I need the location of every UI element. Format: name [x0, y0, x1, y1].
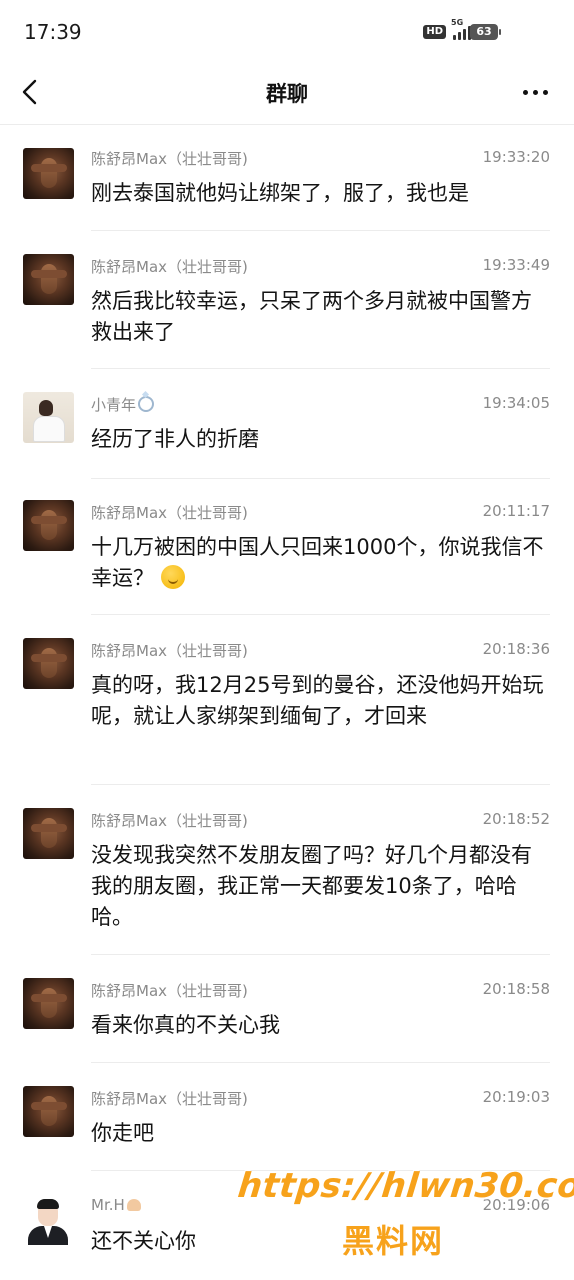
sender-name: 陈舒昂Max（壮壮哥哥) [91, 258, 248, 276]
avatar[interactable] [23, 978, 74, 1029]
divider [91, 1062, 550, 1063]
page-title: 群聊 [266, 82, 308, 106]
flexed-arm-emoji-icon [126, 1199, 141, 1211]
avatar[interactable] [23, 1086, 74, 1137]
divider [91, 614, 550, 615]
ring-emoji-icon [138, 396, 155, 412]
watermark-site-name: 黑料网 [342, 1222, 445, 1260]
divider [91, 478, 550, 479]
message-time: 19:33:20 [482, 148, 550, 166]
message-time: 20:18:36 [482, 640, 550, 658]
sender-name: 陈舒昂Max（壮壮哥哥) [91, 982, 248, 1000]
nav-bar: 群聊 [0, 64, 574, 125]
avatar[interactable] [23, 638, 74, 689]
hd-badge: HD [423, 25, 446, 39]
avatar[interactable] [23, 254, 74, 305]
message-text-content: 十几万被困的中国人只回来1000个，你说我信不幸运？ [91, 535, 544, 590]
message-time: 20:18:52 [482, 810, 550, 828]
avatar[interactable] [23, 392, 74, 443]
message-time: 19:33:49 [482, 256, 550, 274]
message-text: 然后我比较幸运，只呆了两个多月就被中国警方救出来了 [91, 289, 532, 344]
avatar[interactable] [23, 500, 74, 551]
battery-icon: 63 [470, 24, 498, 40]
network-type-label: 5G [451, 18, 464, 27]
sender-name: 陈舒昂Max（壮壮哥哥) [91, 642, 248, 660]
message-time: 20:11:17 [482, 502, 550, 520]
cellular-signal-icon: 5G [451, 18, 471, 40]
divider [91, 954, 550, 955]
sender-name: 陈舒昂Max（壮壮哥哥) [91, 812, 248, 830]
message-text: 经历了非人的折磨 [91, 427, 259, 451]
avatar[interactable] [23, 148, 74, 199]
more-options-icon[interactable] [523, 90, 548, 95]
battery-tip [499, 29, 501, 35]
divider [91, 230, 550, 231]
sender-name: 陈舒昂Max（壮壮哥哥) [91, 150, 248, 168]
status-time: 17:39 [24, 20, 82, 44]
sender-name: Mr.H [91, 1196, 141, 1214]
avatar[interactable] [23, 808, 74, 859]
watermark-url: https://hlwn30.com [235, 1166, 574, 1206]
message-text: 真的呀，我12月25号到的曼谷，还没他妈开始玩呢，就让人家绑架到缅甸了，才回来 [91, 673, 544, 728]
message-text: 十几万被困的中国人只回来1000个，你说我信不幸运？ [91, 532, 546, 594]
message-time: 20:19:03 [482, 1088, 550, 1106]
sender-name: 陈舒昂Max（壮壮哥哥) [91, 504, 248, 522]
message-text: 刚去泰国就他妈让绑架了，服了，我也是 [91, 181, 469, 205]
message-text: 看来你真的不关心我 [91, 1013, 280, 1037]
avatar[interactable] [23, 1194, 74, 1245]
sender-name: 小青年 [91, 394, 155, 415]
watermark: https://hlwn30.com 黑料网 [230, 1158, 574, 1276]
message-text: 没发现我突然不发朋友圈了吗？好几个月都没有我的朋友圈，我正常一天都要发10条了，… [91, 843, 532, 929]
message-time: 20:18:58 [482, 980, 550, 998]
message-text: 你走吧 [91, 1121, 154, 1145]
sender-name-text: Mr.H [91, 1196, 125, 1214]
sender-name: 陈舒昂Max（壮壮哥哥) [91, 1090, 248, 1108]
divider [91, 368, 550, 369]
status-bar: 17:39 HD 5G 63 [0, 0, 574, 64]
thinking-emoji-icon [160, 565, 185, 589]
sender-name-text: 小青年 [91, 396, 137, 414]
message-time: 19:34:05 [482, 394, 550, 412]
divider [91, 784, 550, 785]
